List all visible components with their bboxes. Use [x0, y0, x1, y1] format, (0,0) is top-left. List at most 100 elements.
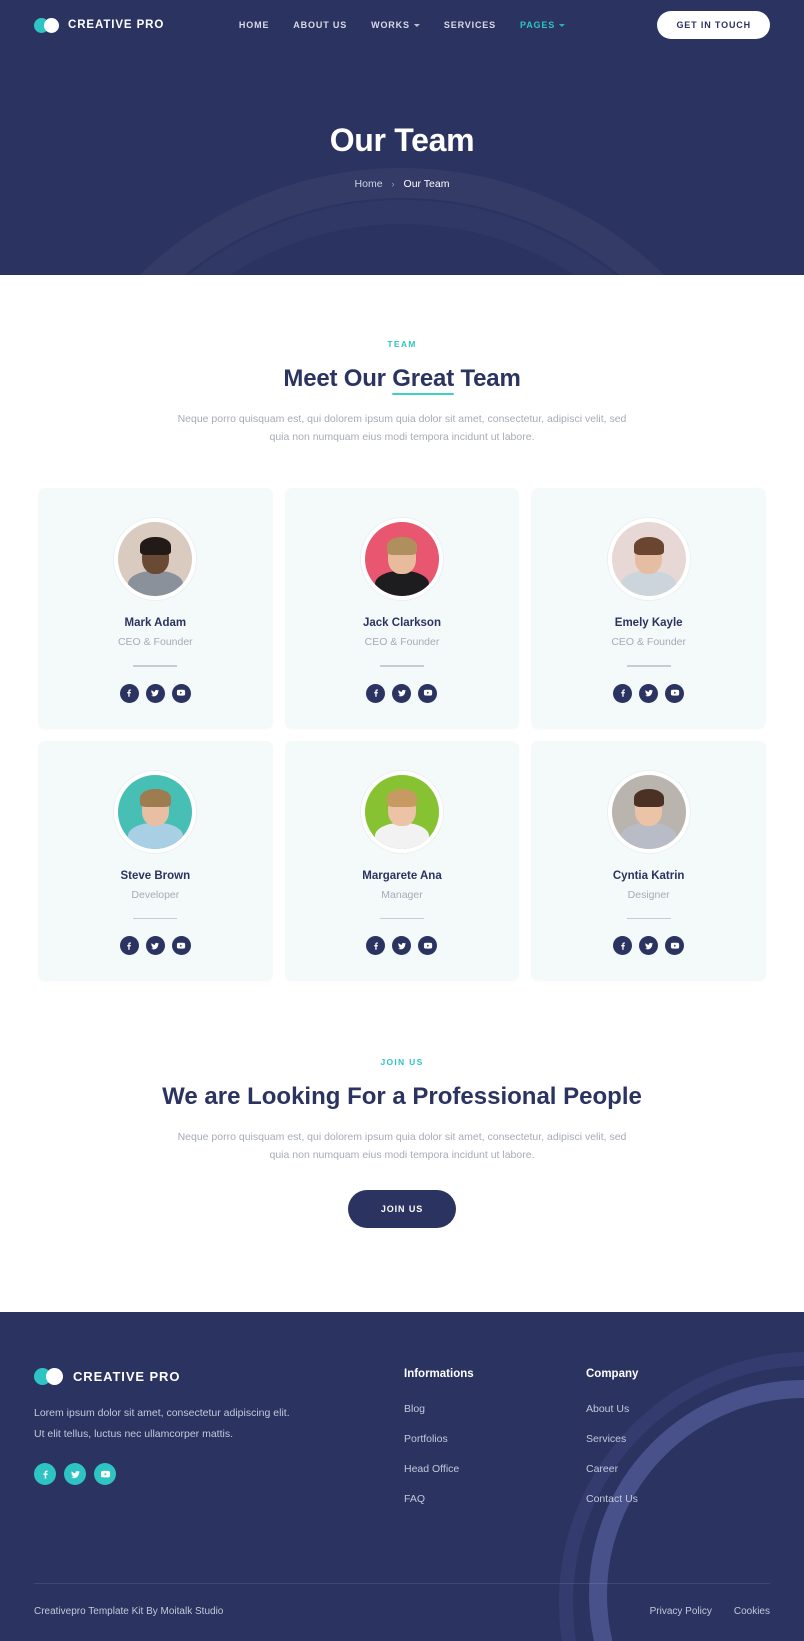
avatar	[607, 770, 690, 853]
footer-logo[interactable]: CREATIVE PRO	[34, 1368, 404, 1386]
nav-item-works[interactable]: WORKS	[371, 20, 420, 30]
join-us-button[interactable]: JOIN US	[347, 1190, 457, 1229]
team-member-name: Margarete Ana	[362, 869, 442, 882]
divider	[626, 917, 671, 920]
facebook-icon[interactable]	[366, 936, 386, 956]
twitter-icon[interactable]	[64, 1463, 86, 1486]
footer-bottom-bar: Creativepro Template Kit By Moitalk Stud…	[34, 1583, 770, 1641]
nav-item-pages[interactable]: PAGES	[520, 20, 566, 30]
join-section: JOIN US We are Looking For a Professiona…	[0, 981, 804, 1313]
footer-link[interactable]: Blog	[404, 1403, 425, 1415]
footer-link-list: About Us Services Career Contact Us	[586, 1399, 768, 1507]
youtube-icon[interactable]	[418, 936, 438, 956]
facebook-icon[interactable]	[34, 1463, 56, 1486]
breadcrumb: Home › Our Team	[0, 178, 804, 190]
footer-content: CREATIVE PRO Lorem ipsum dolor sit amet,…	[34, 1368, 770, 1519]
footer-bottom-link[interactable]: Privacy Policy	[650, 1606, 712, 1617]
team-member-socials	[541, 683, 756, 703]
logo-mark-icon	[34, 1368, 64, 1386]
team-section: TEAM Meet Our Great Team Neque porro qui…	[0, 275, 804, 982]
team-member-role: Manager	[381, 888, 423, 901]
list-item: Portfolios	[404, 1429, 586, 1447]
chevron-right-icon: ›	[391, 179, 395, 189]
nav-item-home[interactable]: HOME	[239, 20, 269, 30]
facebook-icon[interactable]	[366, 683, 386, 703]
team-member-card[interactable]: Emely Kayle CEO & Founder	[531, 488, 766, 729]
facebook-icon[interactable]	[613, 936, 633, 956]
divider	[133, 665, 178, 667]
twitter-icon[interactable]	[392, 683, 412, 703]
list-item: FAQ	[404, 1489, 586, 1507]
chevron-down-icon	[413, 23, 420, 27]
twitter-icon[interactable]	[145, 683, 165, 703]
footer-social-links	[34, 1463, 404, 1486]
footer-column-title: Company	[586, 1368, 639, 1381]
team-heading: Meet Our Great Team	[0, 365, 804, 395]
team-member-card[interactable]: Mark Adam CEO & Founder	[38, 488, 273, 729]
team-member-name: Jack Clarkson	[362, 617, 441, 630]
join-description: Neque porro quisquam est, qui dolorem ip…	[177, 1131, 627, 1162]
list-item: Contact Us	[586, 1489, 768, 1507]
team-member-socials	[295, 683, 510, 703]
twitter-icon[interactable]	[392, 936, 412, 956]
footer-link[interactable]: Contact Us	[586, 1493, 638, 1505]
footer-column-title: Informations	[404, 1368, 474, 1381]
twitter-icon[interactable]	[145, 936, 165, 956]
team-member-socials	[48, 683, 263, 703]
main-navigation: CREATIVE PRO HOME ABOUT US WORKS SERVICES PA…	[0, 0, 804, 50]
footer-column: Company About Us Services Career Contact Us	[586, 1368, 768, 1519]
nav-menu: HOME ABOUT US WORKS SERVICES PAGES	[239, 20, 566, 30]
team-member-card[interactable]: Steve Brown Developer	[38, 740, 273, 982]
get-in-touch-button[interactable]: GET IN TOUCH	[657, 11, 770, 39]
footer-bottom-links: Privacy Policy Cookies	[650, 1606, 770, 1617]
team-heading-before: Meet Our	[283, 365, 393, 392]
team-member-card[interactable]: Jack Clarkson CEO & Founder	[284, 488, 520, 729]
footer-link[interactable]: Portfolios	[404, 1433, 448, 1445]
footer-description-line2: Ut elit tellus, luctus nec ullamcorper m…	[34, 1427, 233, 1440]
footer-bottom-link[interactable]: Cookies	[734, 1606, 770, 1617]
twitter-icon[interactable]	[639, 936, 659, 956]
divider	[379, 665, 424, 667]
footer-link[interactable]: About Us	[586, 1403, 629, 1415]
youtube-icon[interactable]	[665, 936, 685, 956]
team-member-socials	[295, 936, 510, 956]
join-heading-after: People	[556, 1083, 642, 1111]
youtube-icon[interactable]	[418, 683, 438, 703]
join-heading-highlight: Professional	[412, 1083, 557, 1111]
footer-link-columns: Informations Blog Portfolios Head Office FAQ…	[404, 1368, 768, 1519]
team-eyebrow: TEAM	[387, 339, 417, 349]
divider	[626, 665, 671, 667]
footer-link[interactable]: Career	[586, 1463, 618, 1475]
twitter-icon[interactable]	[639, 683, 659, 703]
footer-link[interactable]: Head Office	[404, 1463, 459, 1475]
facebook-icon[interactable]	[119, 683, 139, 703]
team-heading-after: Team	[454, 365, 521, 392]
nav-item-about-us[interactable]: ABOUT US	[293, 20, 347, 30]
team-member-card[interactable]: Margarete Ana Manager	[284, 740, 520, 982]
youtube-icon[interactable]	[171, 936, 191, 956]
team-member-socials	[541, 936, 756, 956]
footer-link[interactable]: FAQ	[404, 1493, 425, 1505]
nav-item-label: HOME	[238, 20, 270, 30]
team-member-name: Mark Adam	[124, 617, 187, 630]
facebook-icon[interactable]	[613, 683, 633, 703]
footer: CREATIVE PRO Lorem ipsum dolor sit amet,…	[0, 1312, 804, 1641]
divider	[133, 917, 178, 920]
nav-item-label: WORKS	[371, 20, 410, 30]
list-item: Head Office	[404, 1459, 586, 1477]
team-member-role: CEO & Founder	[364, 636, 440, 649]
nav-item-services[interactable]: SERVICES	[444, 20, 496, 30]
avatar	[607, 518, 690, 601]
copyright-text: Creativepro Template Kit By Moitalk Stud…	[34, 1606, 224, 1618]
facebook-icon[interactable]	[119, 936, 139, 956]
avatar	[360, 518, 443, 601]
logo[interactable]: CREATIVE PRO	[34, 17, 164, 33]
join-eyebrow: JOIN US	[380, 1057, 424, 1068]
youtube-icon[interactable]	[94, 1463, 116, 1486]
team-heading-highlight: Great	[392, 365, 454, 395]
youtube-icon[interactable]	[171, 683, 191, 703]
youtube-icon[interactable]	[665, 683, 685, 703]
footer-link[interactable]: Services	[586, 1433, 626, 1445]
team-member-card[interactable]: Cyntia Katrin Designer	[531, 740, 766, 982]
breadcrumb-home-link[interactable]: Home	[355, 178, 383, 190]
